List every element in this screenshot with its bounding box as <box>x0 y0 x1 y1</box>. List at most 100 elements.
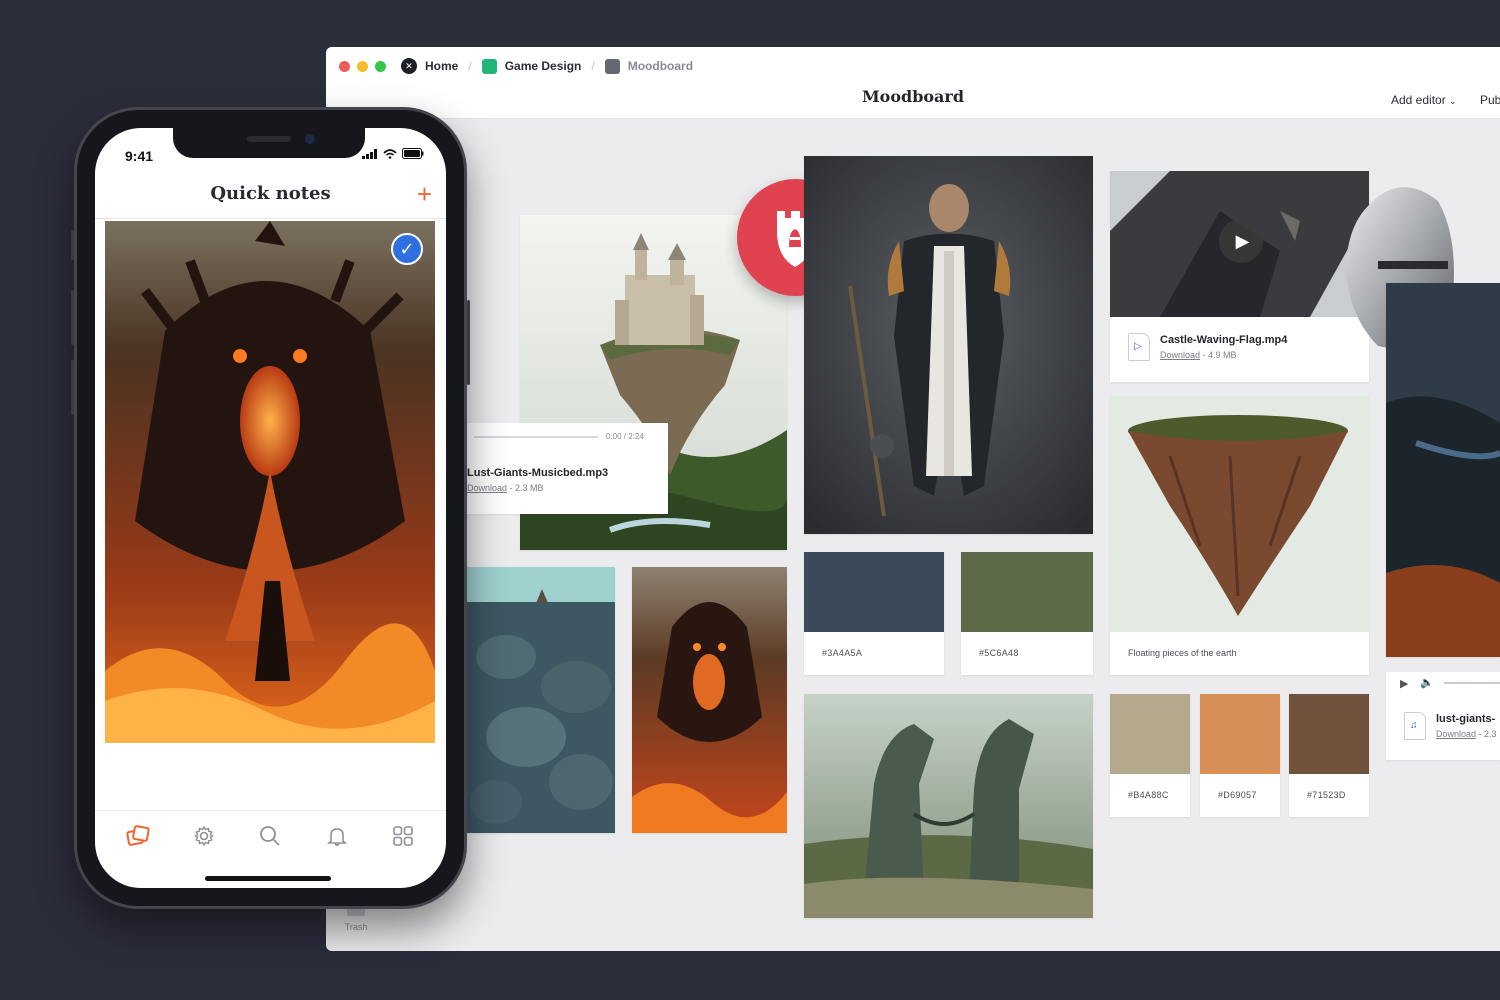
dark-warrior-image[interactable] <box>1386 283 1500 657</box>
grid-icon <box>393 825 413 846</box>
color-swatch-card[interactable]: #B4A88C <box>1110 694 1190 817</box>
breadcrumb-separator: / <box>468 59 472 73</box>
bell-icon <box>326 827 347 846</box>
audio-file-card[interactable]: 0:00 / 2:24 Lust-Giants-Musicbed.mp3 Dow… <box>458 423 668 514</box>
plus-icon: + <box>416 179 432 209</box>
color-swatch <box>1289 694 1369 774</box>
tab-search[interactable] <box>255 821 285 851</box>
audio-progress-track[interactable] <box>1444 682 1500 684</box>
audio-file-card-2[interactable]: ▶ 🔈 ♫ lust-giants- Download - 2.3 <box>1386 672 1500 760</box>
audio-file-size: - 2.3 MB <box>509 483 544 493</box>
audio-download-link-2[interactable]: Download <box>1436 729 1476 739</box>
swatch-hex: #5C6A48 <box>979 648 1019 658</box>
minimize-window-button[interactable] <box>357 61 368 72</box>
breadcrumb-home[interactable]: ✕ Home <box>401 58 458 74</box>
tab-notes[interactable] <box>123 821 153 851</box>
maximize-window-button[interactable] <box>375 61 386 72</box>
color-swatch <box>804 552 944 632</box>
swatch-hex: #D69057 <box>1218 790 1257 800</box>
color-swatch <box>1200 694 1280 774</box>
window-titlebar: ✕ Home / Game Design / Moodboard Moodboa… <box>326 47 1500 119</box>
color-swatch-card[interactable]: #5C6A48 <box>961 552 1093 675</box>
audio-file-icon: ♫ <box>1404 712 1426 740</box>
breadcrumb-separator: / <box>591 59 595 73</box>
close-window-button[interactable] <box>339 61 350 72</box>
page-title: Moodboard <box>861 87 965 106</box>
notebook-icon <box>481 58 497 74</box>
color-swatch-card[interactable]: #3A4A5A <box>804 552 944 675</box>
video-file-card[interactable]: ▶ ▷ Castle-Waving-Flag.mp4 Download - 4.… <box>1110 171 1369 382</box>
phone-header: Quick notes + <box>95 179 446 219</box>
tab-settings[interactable] <box>189 821 219 851</box>
video-file-size: - 4.9 MB <box>1202 350 1237 360</box>
add-note-button[interactable]: + <box>417 179 432 210</box>
audio-file-size-2: - 2.3 <box>1478 729 1497 739</box>
note-icon <box>604 58 620 74</box>
knight-character-image[interactable] <box>804 156 1093 534</box>
side-button <box>71 290 74 345</box>
search-icon <box>260 825 281 846</box>
breadcrumb-moodboard-label: Moodboard <box>627 59 694 73</box>
swatch-hex: #71523D <box>1307 790 1346 800</box>
selected-check-icon[interactable]: ✓ <box>391 233 423 265</box>
play-icon: ▶ <box>1235 230 1250 251</box>
breadcrumb-home-label: Home <box>425 59 459 73</box>
audio-download-link[interactable]: Download <box>467 483 507 493</box>
wifi-icon <box>383 148 397 159</box>
audio-file-name: Lust-Giants-Musicbed.mp3 <box>467 467 609 479</box>
phone-tab-bar <box>95 810 446 860</box>
stone-hands-image[interactable] <box>804 694 1093 918</box>
status-time: 9:41 <box>125 148 154 164</box>
breadcrumb: ✕ Home / Game Design / Moodboard <box>401 58 693 74</box>
phone-device: 9:41 Quick notes + ✓ <box>71 107 470 909</box>
color-swatch-card[interactable]: #71523D <box>1289 694 1369 817</box>
audio-file-meta: Download - 2.3 MB <box>467 483 608 493</box>
audio-file-meta-2: Download - 2.3 <box>1436 729 1497 739</box>
audio-time: 0:00 / 2:24 <box>606 432 644 441</box>
audio-progress-track[interactable] <box>474 436 598 438</box>
breadcrumb-game-design[interactable]: Game Design <box>481 58 582 74</box>
tab-apps[interactable] <box>388 821 418 851</box>
phone-camera <box>305 134 315 144</box>
side-button <box>71 360 74 415</box>
add-editor-label: Add editor <box>1391 93 1446 107</box>
phone-notch <box>173 128 365 158</box>
underwater-art-image[interactable] <box>466 567 615 833</box>
color-swatch <box>961 552 1093 632</box>
phone-title: Quick notes <box>210 183 331 204</box>
volume-icon[interactable]: 🔈 <box>1420 676 1434 689</box>
phone-speaker <box>247 136 291 142</box>
fire-demon-thumbnail[interactable] <box>632 567 787 833</box>
home-indicator[interactable] <box>205 876 331 881</box>
video-download-link[interactable]: Download <box>1160 350 1200 360</box>
breadcrumb-moodboard[interactable]: Moodboard <box>604 58 694 74</box>
video-file-name: Castle-Waving-Flag.mp4 <box>1160 334 1288 346</box>
audio-file-name-2: lust-giants- <box>1436 713 1496 725</box>
video-file-icon: ▷ <box>1128 333 1150 361</box>
signal-icon <box>362 148 377 159</box>
breadcrumb-game-design-label: Game Design <box>504 59 582 73</box>
play-icon[interactable]: ▶ <box>1400 677 1408 690</box>
color-swatch <box>1110 694 1190 774</box>
tab-notifications[interactable] <box>322 821 352 851</box>
color-swatch-card[interactable]: #D69057 <box>1200 694 1280 817</box>
sidebar-item-trash-label: Trash <box>344 922 368 932</box>
floating-earth-card[interactable]: Floating pieces of the earth <box>1110 396 1369 675</box>
gear-icon <box>194 825 215 846</box>
swatch-hex: #3A4A5A <box>822 648 863 658</box>
notes-icon <box>126 824 150 846</box>
chevron-down-icon: ⌄ <box>1449 96 1457 106</box>
status-icons <box>362 148 424 159</box>
battery-icon <box>402 148 424 159</box>
home-icon: ✕ <box>401 58 417 74</box>
phone-screen: 9:41 Quick notes + ✓ <box>95 128 446 888</box>
publish-button[interactable]: Pub <box>1480 93 1500 107</box>
swatch-hex: #B4A88C <box>1128 790 1169 800</box>
play-button[interactable]: ▶ <box>1219 219 1263 263</box>
floating-earth-image <box>1110 396 1369 632</box>
video-file-meta: Download - 4.9 MB <box>1160 350 1287 360</box>
side-button <box>71 230 74 260</box>
side-button <box>467 300 470 385</box>
fire-demon-image[interactable]: ✓ <box>105 221 435 743</box>
add-editor-button[interactable]: Add editor ⌄ <box>1391 93 1457 107</box>
